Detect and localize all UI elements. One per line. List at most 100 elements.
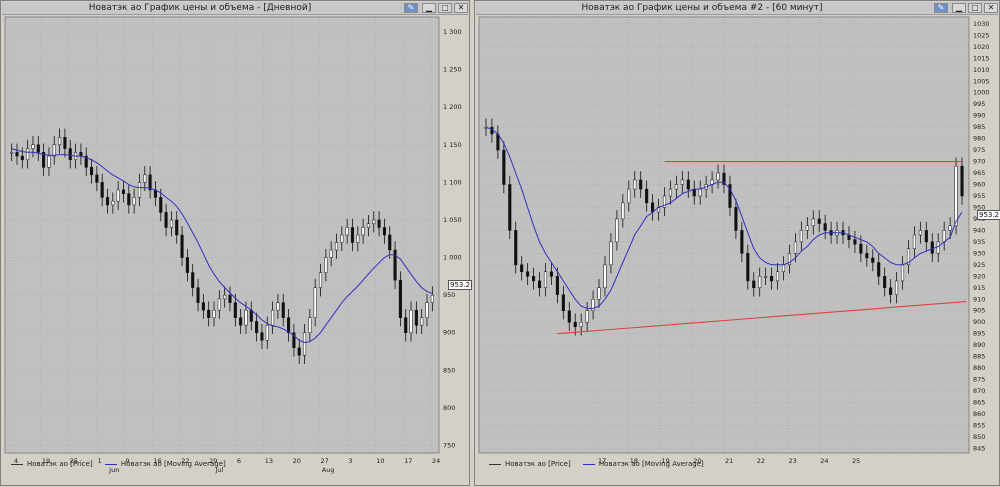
candle-body — [877, 262, 881, 277]
candle-body — [127, 193, 131, 206]
candle-body — [244, 309, 248, 326]
candle-body — [960, 165, 964, 197]
legend-price: Новатэк ао [Price] — [11, 459, 93, 470]
candle-body — [68, 148, 72, 161]
candle-body — [430, 294, 434, 303]
candle-body — [265, 324, 269, 341]
y-tick-label: 860 — [973, 410, 985, 418]
y-tick-label: 1 300 — [443, 28, 462, 36]
right-price-badge: 953.2 — [977, 210, 1000, 220]
candle-body — [954, 165, 958, 227]
candle-body — [313, 287, 317, 318]
candle-body — [537, 280, 542, 289]
candle-body — [698, 188, 702, 197]
candle-body — [340, 234, 344, 243]
candle-body — [805, 225, 809, 231]
candle-body — [302, 332, 307, 356]
candle-body — [597, 287, 601, 300]
candle-body — [255, 321, 259, 333]
candle-body — [239, 317, 243, 326]
candle-body — [58, 137, 62, 146]
legend-price: Новатэк ао [Price] — [489, 459, 571, 470]
candle-body — [859, 243, 863, 254]
right-price-chart[interactable]: 1030 1025 1020 1015 1010 1005 1000 995 990 985 980… — [475, 1, 1000, 487]
candle-body — [770, 276, 774, 282]
candle-body — [716, 172, 720, 181]
candle-body — [372, 219, 376, 224]
candle-body — [639, 179, 643, 190]
y-tick-label: 1 250 — [443, 66, 462, 74]
candle-body — [776, 271, 780, 282]
candle-body — [79, 152, 83, 157]
candle-body — [89, 167, 94, 176]
candle-body — [137, 182, 142, 198]
y-tick-label: 1000 — [973, 89, 990, 97]
x-tick-label: 23 — [789, 457, 797, 465]
x-tick-label: 17 — [404, 457, 412, 465]
y-tick-label: 990 — [973, 112, 985, 120]
right-chart-window[interactable]: Новатэк ао График цены и объема #2 - [60… — [474, 0, 1000, 486]
candle-body — [924, 230, 928, 243]
left-legend: Новатэк ао [Price] Новатэк ао [Moving Av… — [11, 459, 236, 470]
candle-body — [20, 155, 24, 161]
candle-body — [414, 309, 418, 326]
y-tick-label: 935 — [973, 238, 985, 246]
left-price-badge: 953.2 — [448, 280, 473, 290]
y-tick-label: 890 — [973, 341, 985, 349]
candle-body — [573, 321, 577, 328]
left-price-chart[interactable]: 1 300 1 250 1 200 1 150 1 100 1 050 1 000 950 90… — [1, 1, 471, 487]
candle-body — [740, 230, 744, 254]
candle-body — [377, 219, 381, 228]
candle-body — [668, 188, 672, 197]
candle-body — [116, 189, 120, 202]
candle-body — [159, 197, 163, 213]
x-tick-label: 13 — [265, 457, 273, 465]
y-tick-label: 845 — [973, 444, 985, 452]
y-tick-label: 940 — [973, 226, 985, 234]
y-tick-label: 855 — [973, 421, 985, 429]
candle-body — [823, 223, 827, 231]
candle-body — [223, 294, 227, 300]
y-tick-label: 1 150 — [443, 141, 462, 149]
candle-body — [930, 241, 934, 254]
candle-body — [918, 230, 922, 236]
candle-body — [318, 272, 323, 288]
candle-body — [329, 249, 333, 258]
candle-body — [356, 234, 360, 243]
x-tick-label: 20 — [293, 457, 301, 465]
candle-body — [180, 234, 184, 258]
candle-body — [496, 133, 500, 151]
y-tick-label: 995 — [973, 100, 985, 108]
candle-body — [942, 230, 946, 243]
y-tick-label: 800 — [443, 404, 455, 412]
candle-body — [543, 271, 548, 289]
y-tick-label: 985 — [973, 123, 985, 131]
candle-body — [549, 271, 553, 277]
candle-body — [111, 200, 115, 206]
candle-body — [508, 184, 512, 231]
candle-body — [889, 287, 893, 295]
y-tick-label: 850 — [443, 366, 455, 374]
candle-body — [52, 144, 56, 157]
left-chart-window[interactable]: Новатэк ао График цены и объема - [Дневн… — [0, 0, 473, 487]
candle-body — [398, 279, 402, 318]
y-tick-label: 870 — [973, 387, 985, 395]
y-tick-label: 965 — [973, 169, 985, 177]
candle-body — [217, 298, 221, 311]
candle-body — [532, 276, 536, 282]
y-tick-label: 865 — [973, 399, 985, 407]
y-tick-label: 1015 — [973, 54, 990, 62]
candle-body — [132, 197, 136, 206]
candle-body — [148, 174, 152, 191]
candle-body — [627, 188, 631, 204]
candle-body — [603, 264, 607, 289]
candle-body — [799, 230, 803, 243]
candle-body — [520, 264, 524, 272]
x-tick-label: 24 — [432, 457, 440, 465]
right-legend: Новатэк ао [Price] Новатэк ао [Moving Av… — [489, 459, 714, 470]
candle-body — [793, 241, 797, 254]
candle-body — [249, 309, 253, 322]
plot-area — [479, 17, 969, 453]
y-tick-label: 1025 — [973, 31, 990, 39]
y-tick-label: 875 — [973, 376, 985, 384]
